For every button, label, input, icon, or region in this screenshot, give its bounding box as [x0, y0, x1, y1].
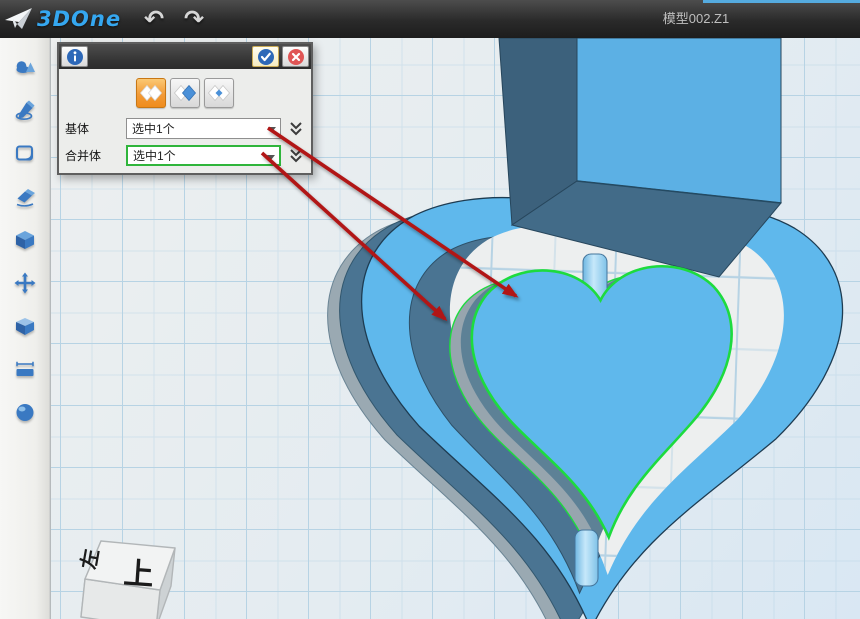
- base-body-select[interactable]: 选中1个: [126, 118, 281, 139]
- sidebar-item-sketch[interactable]: [0, 89, 50, 132]
- eraser-icon: [13, 185, 37, 209]
- boolean-operation-group: [136, 78, 234, 108]
- confirm-check-icon: [257, 48, 275, 66]
- merge-body-value: 选中1个: [133, 147, 176, 164]
- union-icon: [139, 84, 163, 102]
- sketch-plane-icon: [13, 142, 37, 166]
- sphere-icon: [13, 400, 37, 424]
- sidebar-item-move[interactable]: [0, 261, 50, 304]
- merge-body-row: 合并体 选中1个: [65, 145, 303, 166]
- merge-body-select[interactable]: 选中1个: [126, 145, 281, 166]
- app-logo: 3DOne: [0, 5, 121, 33]
- sidebar-item-sketch-plane[interactable]: [0, 132, 50, 175]
- undo-icon: ↶: [144, 5, 164, 33]
- subtract-icon: [173, 84, 197, 102]
- sidebar-item-primitives[interactable]: [0, 46, 50, 89]
- dialog-cancel-button[interactable]: [282, 46, 309, 67]
- dropdown-arrow-icon: [267, 155, 275, 160]
- merge-body-label: 合并体: [65, 147, 126, 164]
- sidebar-item-dimension[interactable]: [0, 347, 50, 390]
- sidebar-item-combine[interactable]: [0, 304, 50, 347]
- redo-icon: ↷: [184, 5, 204, 33]
- sidebar-item-feature[interactable]: [0, 218, 50, 261]
- view-cube[interactable]: 上 左: [76, 541, 175, 619]
- cube-icon: [13, 228, 37, 252]
- app-logo-text: 3DOne: [37, 7, 121, 31]
- primitives-icon: [13, 56, 37, 80]
- base-body-row: 基体 选中1个: [65, 118, 303, 139]
- redo-button[interactable]: ↷: [178, 3, 210, 35]
- intersect-icon: [207, 84, 231, 102]
- expand-chevron-icon[interactable]: [289, 121, 303, 137]
- open-box-icon: [13, 314, 37, 338]
- subtract-operation-button[interactable]: [170, 78, 200, 108]
- info-icon: [66, 48, 84, 66]
- view-cube-top-label: 上: [123, 557, 155, 592]
- close-x-icon: [287, 48, 305, 66]
- top-bar: 3DOne ↶ ↷ 模型002.Z1: [0, 0, 860, 38]
- sidebar-item-render[interactable]: [0, 390, 50, 433]
- window-accent-strip: [703, 0, 860, 3]
- dialog-confirm-button[interactable]: [252, 46, 279, 67]
- view-cube-left-label: 左: [76, 547, 103, 571]
- undo-button[interactable]: ↶: [138, 3, 170, 35]
- sketch-pencil-icon: [13, 99, 37, 123]
- pin-bottom: [575, 530, 598, 586]
- dimension-icon: [13, 357, 37, 381]
- base-body-value: 选中1个: [132, 120, 175, 137]
- union-operation-button[interactable]: [136, 78, 166, 108]
- expand-chevron-icon[interactable]: [289, 148, 303, 164]
- combine-dialog: 基体 选中1个 合并体 选中1个: [57, 42, 313, 175]
- 3done-app: 3DOne ↶ ↷ 模型002.Z1: [0, 0, 860, 619]
- document-title: 模型002.Z1: [596, 0, 796, 38]
- dialog-info-button[interactable]: [61, 46, 88, 67]
- paper-plane-icon: [4, 5, 34, 33]
- intersect-operation-button[interactable]: [204, 78, 234, 108]
- move-arrows-icon: [13, 271, 37, 295]
- base-body-label: 基体: [65, 120, 126, 137]
- sidebar-item-edit[interactable]: [0, 175, 50, 218]
- dialog-title-bar: [59, 44, 311, 69]
- toolbar-sidebar: [0, 38, 51, 619]
- dropdown-arrow-icon: [268, 127, 276, 132]
